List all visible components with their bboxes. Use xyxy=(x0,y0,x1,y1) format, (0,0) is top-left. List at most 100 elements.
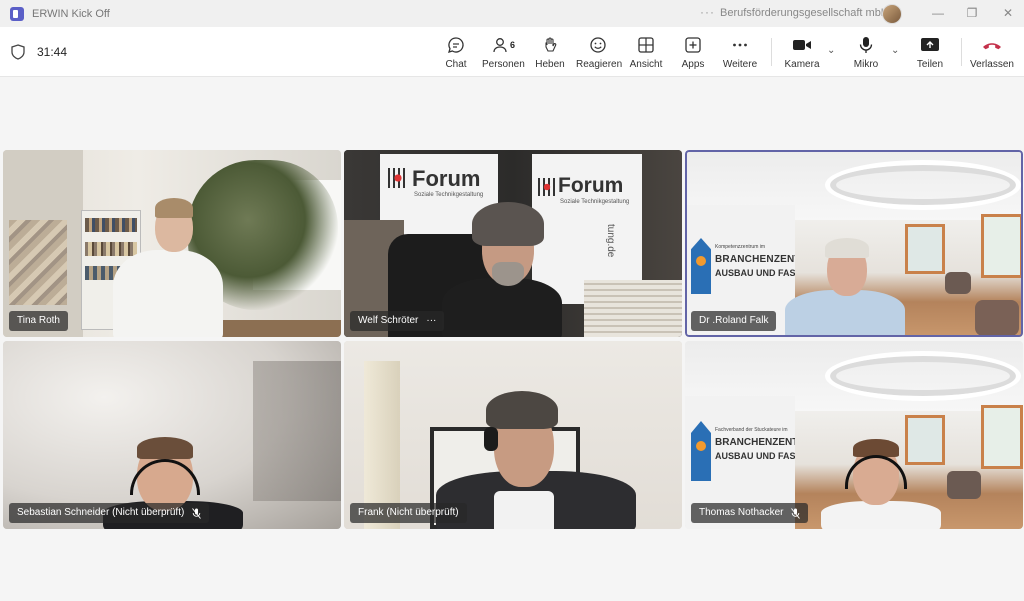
forum-logo-icon-2 xyxy=(538,178,556,196)
leave-label: Verlassen xyxy=(970,59,1014,70)
participant-nameplate: Welf Schröter ··· xyxy=(350,311,445,331)
camera-label: Kamera xyxy=(784,59,820,70)
share-label: Teilen xyxy=(916,59,944,70)
books-row-2 xyxy=(85,242,137,256)
ceiling-ring xyxy=(825,351,1021,401)
ceiling-ring xyxy=(825,160,1021,210)
participant-more-icon[interactable]: ··· xyxy=(426,311,436,331)
camera-options-chevron-icon[interactable]: ⌄ xyxy=(827,45,835,56)
more-label: Weitere xyxy=(722,59,758,70)
person-hair xyxy=(155,198,193,218)
paper-stack xyxy=(584,280,682,337)
view-label: Ansicht xyxy=(629,59,663,70)
glass-door-2 xyxy=(981,405,1023,469)
title-bar: ERWIN Kick Off ··· Berufsförderungsgesel… xyxy=(0,0,1024,27)
glass-door xyxy=(905,224,945,274)
participant-name: Frank (Nicht überprüft) xyxy=(358,507,459,518)
view-button[interactable]: Ansicht xyxy=(628,35,664,73)
person-body xyxy=(821,501,941,529)
video-tile-welf-schroeter[interactable]: Forum Soziale Technikgestaltung Forum So… xyxy=(344,150,682,337)
postcards xyxy=(9,220,67,305)
person-hair xyxy=(486,391,558,429)
participant-name: Thomas Nothacker xyxy=(699,507,784,518)
user-avatar[interactable] xyxy=(882,4,902,24)
mic-options-chevron-icon[interactable]: ⌄ xyxy=(891,45,899,56)
forum-banner-title: Forum xyxy=(412,166,481,191)
plus-icon xyxy=(685,37,701,53)
dots-icon xyxy=(733,43,747,47)
chat-icon xyxy=(448,37,464,53)
person-beard xyxy=(492,262,524,286)
muted-mic-icon xyxy=(791,507,801,519)
video-tile-thomas-nothacker[interactable]: Fachverband der Stuckateure im BRANCHENZ… xyxy=(685,341,1023,529)
share-button[interactable]: Teilen xyxy=(914,35,946,73)
teams-logo-icon xyxy=(10,6,24,21)
fachverband-text: Fachverband der Stuckateure im xyxy=(715,427,788,433)
call-timer: 31:44 xyxy=(37,45,68,59)
headset-ear xyxy=(484,427,498,451)
person-shirt xyxy=(494,491,554,529)
camera-icon xyxy=(793,40,811,50)
chat-button[interactable]: Chat xyxy=(440,35,472,73)
apps-button[interactable]: Apps xyxy=(678,35,708,73)
more-button[interactable]: Weitere xyxy=(722,35,758,73)
window-title: ERWIN Kick Off xyxy=(32,7,110,20)
forum-banner-subtitle: Soziale Technikgestaltung xyxy=(414,192,484,198)
video-tile-frank[interactable]: Frank (Nicht überprüft) xyxy=(344,341,682,529)
lounge-chair xyxy=(947,471,981,499)
camera-button[interactable]: Kamera xyxy=(784,35,820,73)
person-body xyxy=(442,278,562,337)
participant-nameplate: Dr .Roland Falk xyxy=(691,311,777,331)
people-label: Personen xyxy=(482,59,525,70)
apps-label: Apps xyxy=(681,59,705,70)
desk xyxy=(203,320,341,337)
video-tile-sebastian-schneider[interactable]: Sebastian Schneider (Nicht überprüft) xyxy=(3,341,341,529)
kompetenz-text: Kompetenzzentrum im xyxy=(715,244,766,250)
participant-name: Dr .Roland Falk xyxy=(699,315,769,326)
participant-name: Welf Schröter xyxy=(358,315,419,326)
phone-hangup-icon xyxy=(983,43,1001,50)
participant-name: Sebastian Schneider (Nicht überprüft) xyxy=(17,507,185,518)
mic-label: Mikro xyxy=(853,59,879,70)
mic-icon xyxy=(859,37,873,53)
forum-banner-url: tung.de xyxy=(605,224,616,258)
glass-door xyxy=(905,415,945,465)
house-logo-sun xyxy=(696,441,706,451)
organization-name: Berufsförderungsgesellschaft mbH xyxy=(720,7,889,19)
books-row-1 xyxy=(85,218,137,232)
participant-nameplate: Sebastian Schneider (Nicht überprüft) xyxy=(9,503,210,523)
forum-banner-title-2: Forum xyxy=(558,174,624,197)
muted-mic-icon xyxy=(192,507,202,519)
person-hair xyxy=(825,238,869,258)
people-button[interactable]: 6 Personen xyxy=(482,35,525,73)
meeting-toolbar: 31:44 Chat 6 Personen Heben Reagieren An… xyxy=(0,27,1024,77)
react-button[interactable]: Reagieren xyxy=(576,35,623,73)
house-logo-icon xyxy=(691,421,711,481)
forum-banner-subtitle-2: Soziale Technikgestaltung xyxy=(560,199,630,205)
video-tile-tina-roth[interactable]: Tina Roth xyxy=(3,150,341,337)
video-tile-roland-falk[interactable]: Kompetenzzentrum im BRANCHENZENTRUM AUSB… xyxy=(685,150,1023,337)
mic-button[interactable]: Mikro xyxy=(850,35,882,73)
raise-hand-label: Heben xyxy=(535,59,565,70)
participant-nameplate: Frank (Nicht überprüft) xyxy=(350,503,467,523)
house-logo-sun xyxy=(696,256,706,266)
participant-name: Tina Roth xyxy=(17,315,60,326)
forum-logo-icon xyxy=(388,168,408,188)
glass-door-2 xyxy=(981,214,1023,278)
leave-button[interactable]: Verlassen xyxy=(970,35,1014,73)
title-more-icon[interactable]: ··· xyxy=(700,5,715,19)
react-label: Reagieren xyxy=(576,59,623,70)
person-hair xyxy=(472,202,544,246)
house-logo-icon xyxy=(691,238,711,294)
blurred-object xyxy=(253,361,341,501)
close-icon[interactable]: ✕ xyxy=(998,4,1018,22)
chat-label: Chat xyxy=(445,59,467,70)
grid-icon xyxy=(638,37,654,53)
raise-hand-button[interactable]: Heben xyxy=(534,35,566,73)
toolbar-divider-2 xyxy=(961,38,962,66)
person-body xyxy=(113,250,223,337)
minimize-icon[interactable]: — xyxy=(928,4,948,22)
people-count: 6 xyxy=(509,40,515,50)
restore-icon[interactable]: ❐ xyxy=(962,4,982,22)
smile-icon xyxy=(590,37,606,53)
